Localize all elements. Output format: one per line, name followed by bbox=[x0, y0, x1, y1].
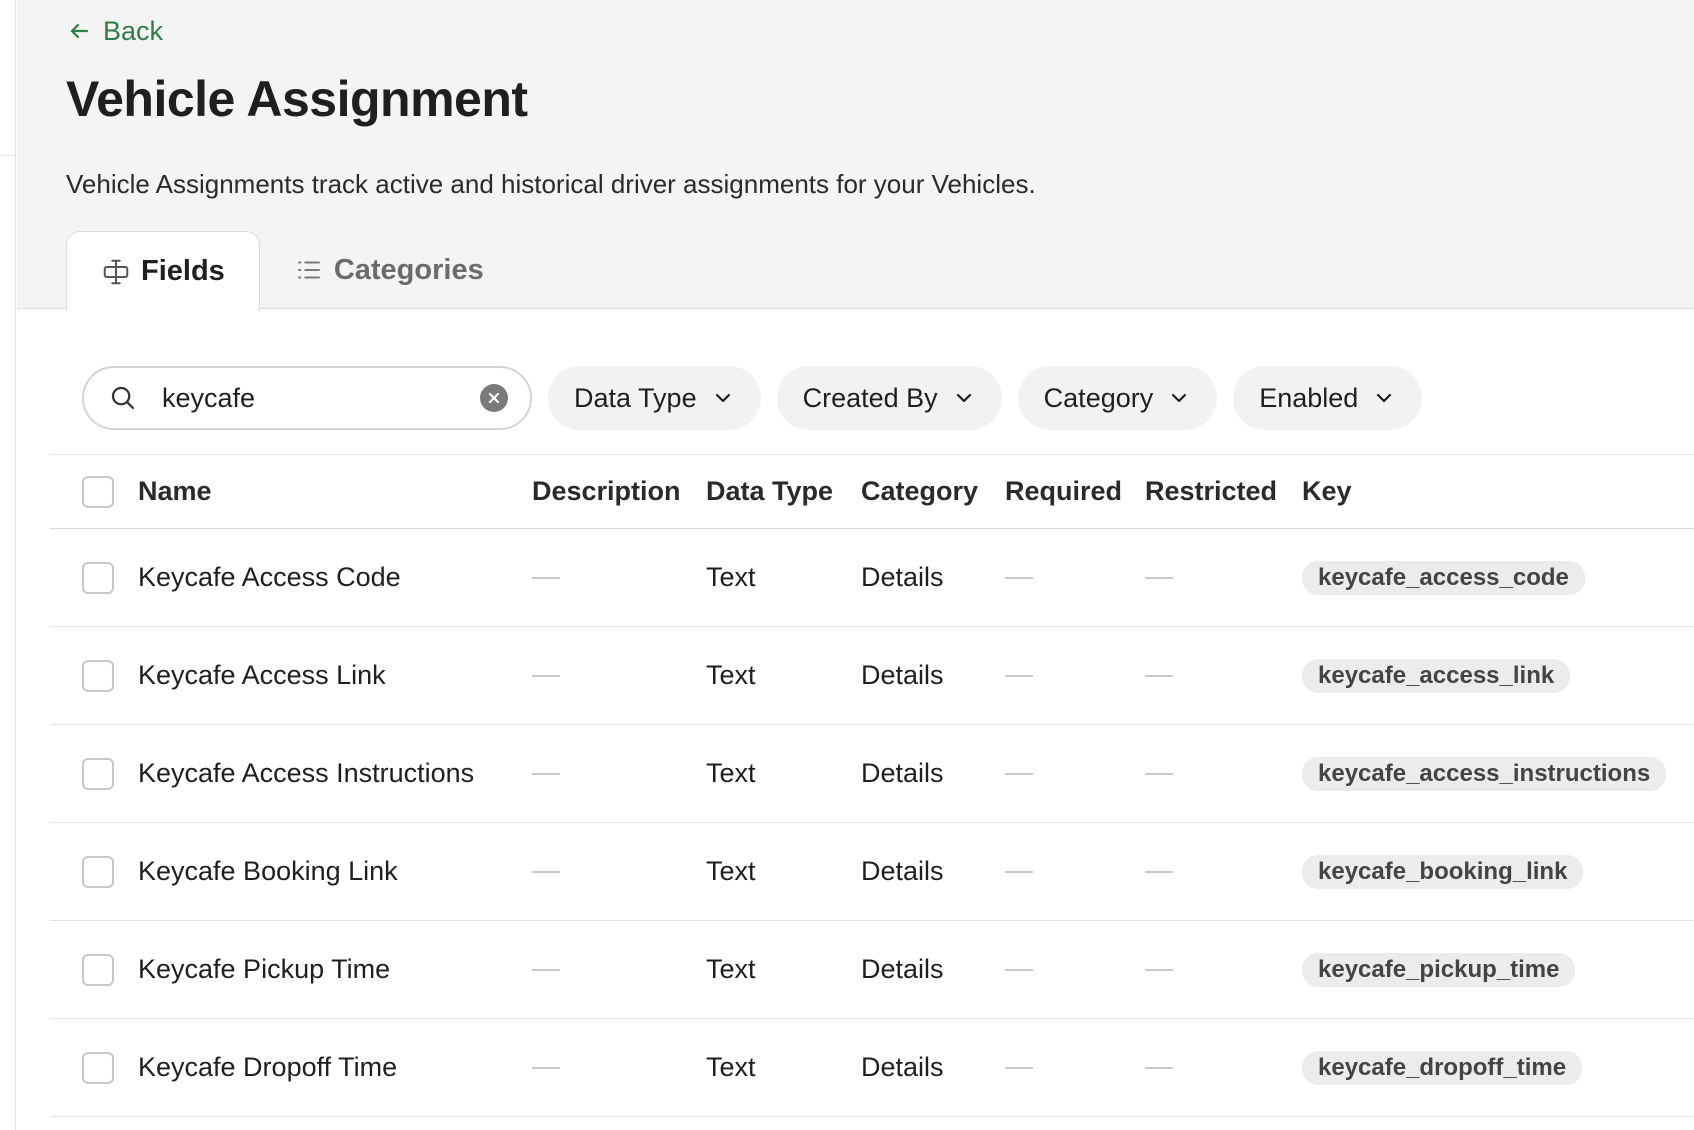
field-data-type: Text bbox=[706, 758, 756, 788]
field-key-badge: keycafe_access_instructions bbox=[1302, 756, 1667, 791]
page-title: Vehicle Assignment bbox=[66, 71, 528, 127]
chevron-down-icon bbox=[956, 393, 971, 403]
clear-search-button[interactable] bbox=[480, 384, 508, 412]
table-row[interactable]: Keycafe Access Link — Text Details — — k… bbox=[50, 627, 1694, 725]
field-data-type: Text bbox=[706, 856, 756, 886]
field-data-type: Text bbox=[706, 562, 756, 592]
tab-categories[interactable]: Categories bbox=[260, 230, 518, 310]
search-input[interactable]: keycafe bbox=[82, 366, 532, 430]
filter-bar: keycafe Data Type Created By Category En… bbox=[82, 366, 1423, 430]
chevron-down-icon bbox=[715, 393, 730, 403]
filter-enabled-label: Enabled bbox=[1259, 382, 1359, 413]
back-link[interactable]: Back bbox=[67, 14, 163, 48]
filter-enabled[interactable]: Enabled bbox=[1233, 366, 1423, 430]
field-description: — bbox=[532, 772, 560, 775]
back-label: Back bbox=[103, 15, 164, 46]
table-row[interactable]: Keycafe Access Code — Text Details — — k… bbox=[50, 529, 1694, 627]
column-header-key[interactable]: Key bbox=[1302, 476, 1352, 507]
field-restricted: — bbox=[1145, 1066, 1173, 1069]
field-description: — bbox=[532, 576, 560, 579]
field-data-type: Text bbox=[706, 954, 756, 984]
row-checkbox[interactable] bbox=[82, 855, 114, 888]
filter-data-type[interactable]: Data Type bbox=[548, 366, 761, 430]
page-header: Back Vehicle Assignment Vehicle Assignme… bbox=[17, 0, 1694, 311]
filter-data-type-label: Data Type bbox=[574, 382, 697, 413]
field-required: — bbox=[1005, 576, 1033, 579]
field-name[interactable]: Keycafe Booking Link bbox=[138, 856, 398, 887]
tab-fields[interactable]: Fields bbox=[66, 231, 260, 311]
field-required: — bbox=[1005, 1066, 1033, 1069]
field-restricted: — bbox=[1145, 674, 1173, 677]
column-header-required[interactable]: Required bbox=[1005, 476, 1122, 507]
rail-divider bbox=[0, 155, 16, 156]
field-key-badge: keycafe_access_code bbox=[1302, 560, 1585, 595]
field-key-badge: keycafe_pickup_time bbox=[1302, 952, 1576, 987]
page-description: Vehicle Assignments track active and his… bbox=[66, 169, 1036, 199]
search-value[interactable]: keycafe bbox=[162, 383, 480, 414]
row-checkbox[interactable] bbox=[82, 561, 114, 594]
filter-created-by-label: Created By bbox=[802, 382, 938, 413]
field-data-type: Text bbox=[706, 1052, 756, 1082]
tab-bar: Fields Categories bbox=[66, 230, 518, 311]
field-restricted: — bbox=[1145, 576, 1173, 579]
field-description: — bbox=[532, 968, 560, 971]
row-checkbox[interactable] bbox=[82, 757, 114, 790]
field-category: Details bbox=[861, 758, 944, 788]
field-required: — bbox=[1005, 772, 1033, 775]
field-name[interactable]: Keycafe Access Code bbox=[138, 562, 401, 593]
field-description: — bbox=[532, 674, 560, 677]
chevron-down-icon bbox=[1172, 393, 1187, 403]
fields-table: Name Description Data Type Category Requ… bbox=[50, 454, 1694, 1117]
arrow-left-icon bbox=[70, 23, 89, 39]
filter-category-label: Category bbox=[1043, 382, 1154, 413]
search-icon bbox=[111, 386, 135, 410]
field-restricted: — bbox=[1145, 870, 1173, 873]
filter-created-by[interactable]: Created By bbox=[776, 366, 1002, 430]
tab-fields-label: Fields bbox=[141, 255, 225, 287]
field-required: — bbox=[1005, 968, 1033, 971]
field-required: — bbox=[1005, 870, 1033, 873]
field-key-badge: keycafe_dropoff_time bbox=[1302, 1050, 1583, 1085]
table-row[interactable]: Keycafe Access Instructions — Text Detai… bbox=[50, 725, 1694, 823]
column-header-description[interactable]: Description bbox=[532, 476, 681, 507]
field-category: Details bbox=[861, 562, 944, 592]
field-description: — bbox=[532, 1066, 560, 1069]
tab-categories-label: Categories bbox=[333, 253, 484, 286]
field-category: Details bbox=[861, 856, 944, 886]
field-restricted: — bbox=[1145, 968, 1173, 971]
row-checkbox[interactable] bbox=[82, 953, 114, 986]
field-required: — bbox=[1005, 674, 1033, 677]
list-icon bbox=[297, 261, 320, 279]
field-description: — bbox=[532, 870, 560, 873]
field-data-type: Text bbox=[706, 660, 756, 690]
field-icon bbox=[103, 259, 129, 284]
field-key-badge: keycafe_access_link bbox=[1302, 658, 1571, 693]
row-checkbox[interactable] bbox=[82, 659, 114, 692]
column-header-name[interactable]: Name bbox=[138, 476, 212, 507]
chevron-down-icon bbox=[1377, 393, 1392, 403]
field-category: Details bbox=[861, 660, 944, 690]
filter-category[interactable]: Category bbox=[1017, 366, 1218, 430]
field-name[interactable]: Keycafe Access Instructions bbox=[138, 758, 474, 789]
field-key-badge: keycafe_booking_link bbox=[1302, 854, 1584, 889]
column-header-data-type[interactable]: Data Type bbox=[706, 476, 833, 507]
row-checkbox[interactable] bbox=[82, 1051, 114, 1084]
field-name[interactable]: Keycafe Access Link bbox=[138, 660, 386, 691]
table-row[interactable]: Keycafe Booking Link — Text Details — — … bbox=[50, 823, 1694, 921]
table-row[interactable]: Keycafe Dropoff Time — Text Details — — … bbox=[50, 1019, 1694, 1117]
field-category: Details bbox=[861, 954, 944, 984]
field-name[interactable]: Keycafe Dropoff Time bbox=[138, 1052, 397, 1083]
column-header-category[interactable]: Category bbox=[861, 476, 978, 507]
select-all-checkbox[interactable] bbox=[82, 475, 114, 508]
column-header-restricted[interactable]: Restricted bbox=[1145, 476, 1277, 507]
field-name[interactable]: Keycafe Pickup Time bbox=[138, 954, 390, 985]
close-icon bbox=[488, 392, 500, 404]
table-header-row: Name Description Data Type Category Requ… bbox=[50, 454, 1694, 529]
table-row[interactable]: Keycafe Pickup Time — Text Details — — k… bbox=[50, 921, 1694, 1019]
left-rail bbox=[0, 0, 16, 1130]
field-category: Details bbox=[861, 1052, 944, 1082]
field-restricted: — bbox=[1145, 772, 1173, 775]
